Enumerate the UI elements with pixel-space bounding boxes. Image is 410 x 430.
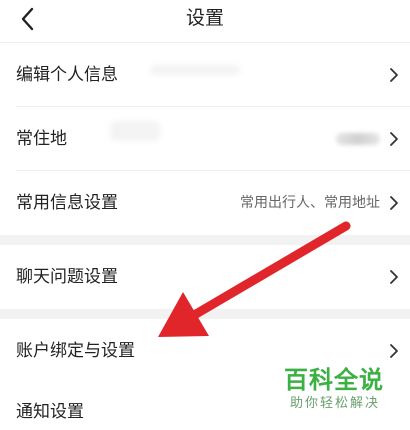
- row-value: 常用出行人、常用地址: [240, 195, 380, 211]
- settings-row-edit-profile[interactable]: 编辑个人信息: [0, 43, 410, 107]
- row-label: 聊天问题设置: [16, 267, 118, 287]
- section-gap: [0, 309, 410, 319]
- chevron-right-icon: [390, 68, 398, 82]
- row-label: 常住地: [16, 129, 67, 149]
- chevron-right-icon: [390, 132, 398, 146]
- section-gap: [0, 235, 410, 245]
- blurred-content: [150, 65, 240, 75]
- blurred-value: [336, 133, 380, 145]
- watermark-logo: 百科全说 助你轻松解决: [284, 366, 404, 414]
- settings-row-common-info[interactable]: 常用信息设置 常用出行人、常用地址: [0, 171, 410, 235]
- row-label: 编辑个人信息: [16, 65, 118, 85]
- watermark-subtitle: 助你轻松解决: [290, 396, 381, 411]
- row-label: 账户绑定与设置: [16, 341, 135, 361]
- row-label: 常用信息设置: [16, 193, 118, 213]
- settings-row-chat-questions[interactable]: 聊天问题设置: [0, 245, 410, 309]
- chevron-right-icon: [390, 270, 398, 284]
- chevron-right-icon: [390, 196, 398, 210]
- row-label: 通知设置: [16, 402, 84, 422]
- chevron-right-icon: [390, 344, 398, 358]
- nav-bar: 设置: [0, 0, 410, 38]
- page-title: 设置: [185, 7, 224, 29]
- watermark-title: 百科全说: [284, 366, 384, 394]
- blurred-content: [110, 121, 160, 141]
- settings-row-residence[interactable]: 常住地: [0, 107, 410, 171]
